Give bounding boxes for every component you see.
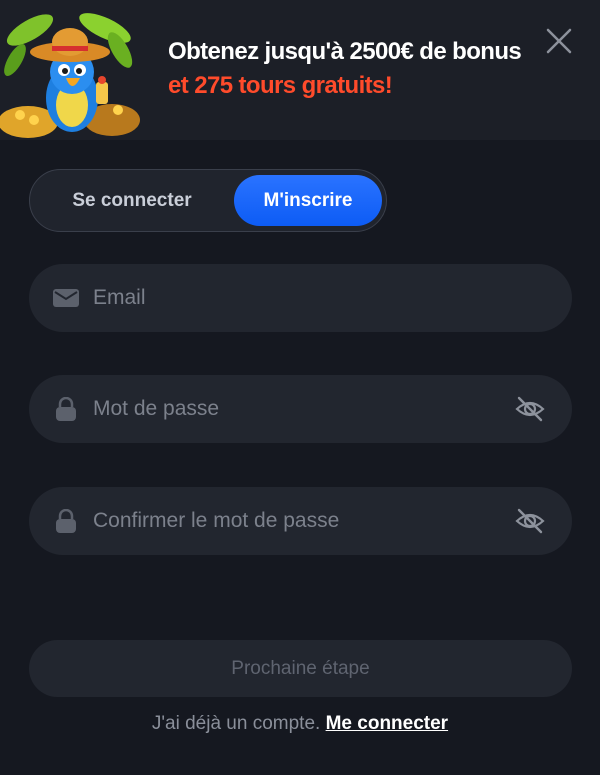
banner-subheadline: et 275 tours gratuits!	[168, 72, 393, 99]
confirm-password-input[interactable]	[93, 487, 493, 555]
password-input[interactable]	[93, 375, 493, 443]
login-link[interactable]: Me connecter	[326, 713, 448, 734]
existing-account-text: J'ai déjà un compte.	[151, 713, 321, 734]
password-field	[29, 375, 572, 443]
promo-banner: Obtenez jusqu'à 2500€ de bonus et 275 to…	[0, 0, 600, 140]
lock-icon	[56, 397, 76, 421]
next-step-button[interactable]: Prochaine étape	[29, 640, 572, 697]
tab-login[interactable]: Se connecter	[34, 175, 230, 226]
parrot-mascot-icon	[0, 13, 140, 138]
banner-headline: Obtenez jusqu'à 2500€ de bonus	[168, 38, 522, 65]
existing-account-line: J'ai déjà un compte. Me connecter	[0, 713, 600, 735]
eye-off-icon[interactable]	[514, 393, 546, 425]
lock-icon	[56, 509, 76, 533]
auth-tabs: Se connecter M'inscrire	[29, 169, 387, 232]
email-field	[29, 264, 572, 332]
confirm-password-field	[29, 487, 572, 555]
tab-register[interactable]: M'inscrire	[234, 175, 382, 226]
eye-off-icon[interactable]	[514, 505, 546, 537]
email-input[interactable]	[93, 264, 493, 332]
close-icon[interactable]	[544, 26, 574, 56]
mail-icon	[53, 289, 79, 307]
